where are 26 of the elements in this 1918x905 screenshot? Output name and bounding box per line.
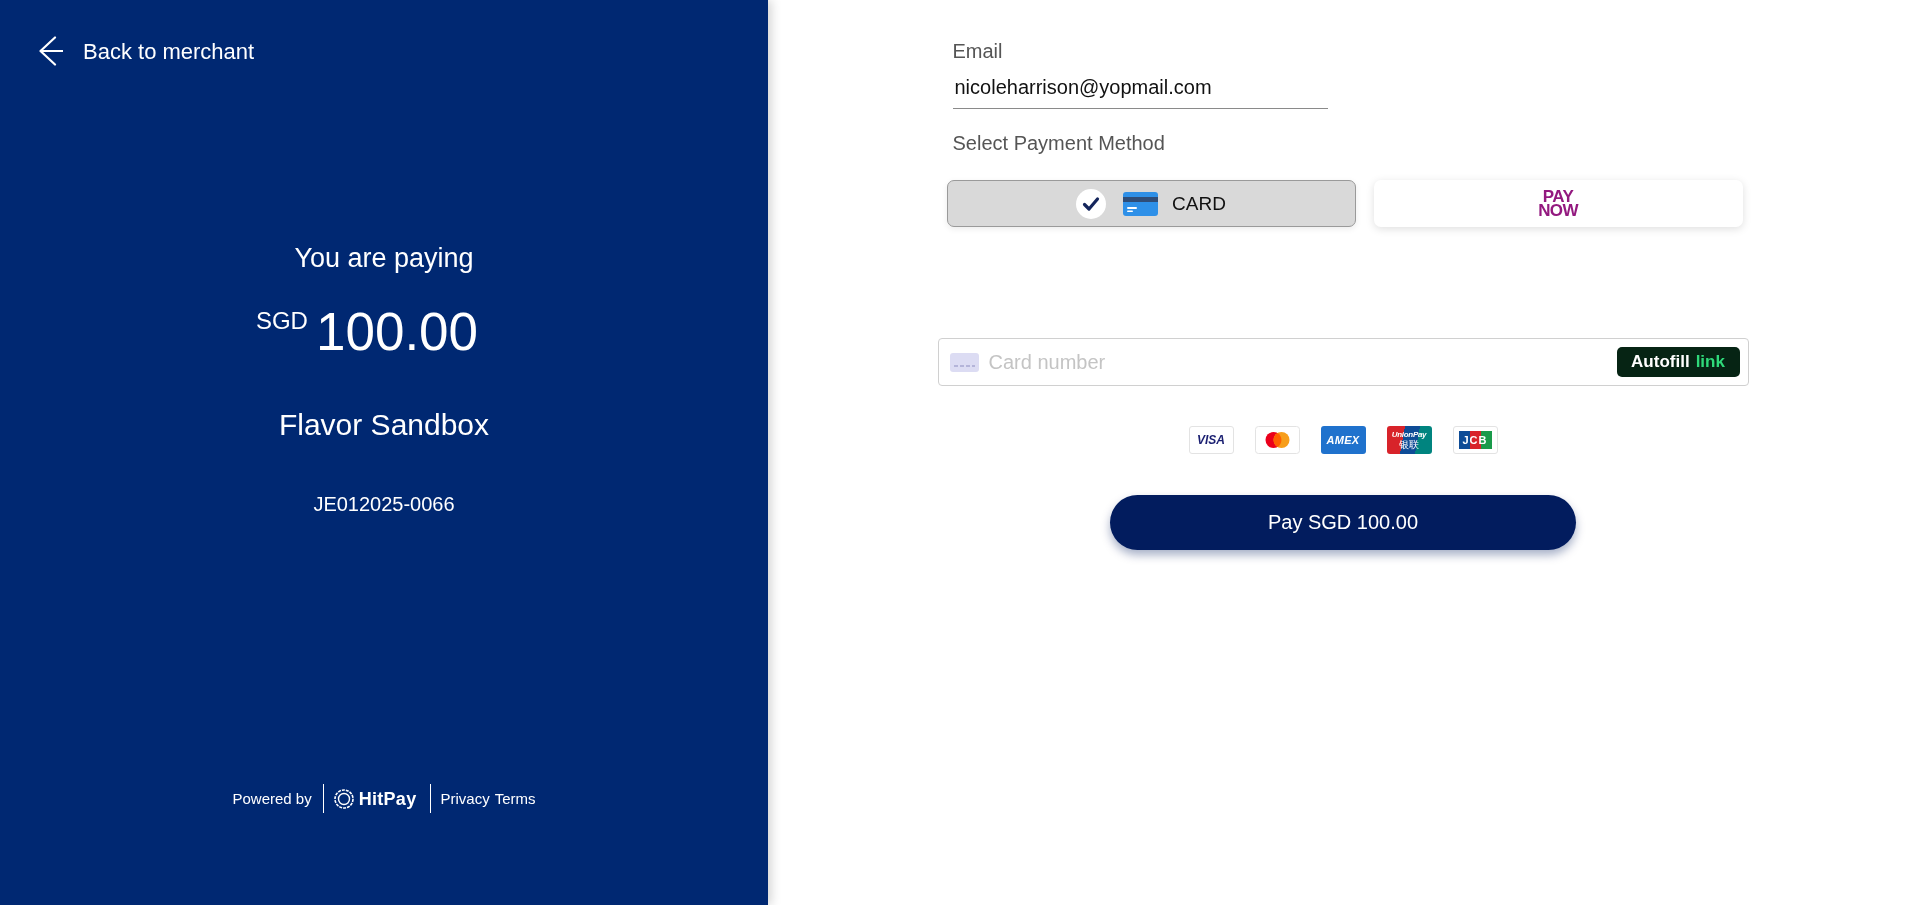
card-icon [949, 352, 979, 372]
currency-code: SGD [255, 309, 308, 333]
credit-card-icon [1123, 191, 1159, 216]
pay-button[interactable]: Pay SGD 100.00 [1110, 495, 1576, 550]
visa-logo: VISA [1188, 426, 1234, 454]
autofill-button[interactable]: Autofill link [1616, 347, 1740, 377]
card-option[interactable]: CARD [946, 180, 1356, 227]
mastercard-icon [1254, 426, 1300, 454]
paying-heading: You are paying [294, 243, 474, 274]
footer-link[interactable]: Terms [494, 790, 536, 807]
merchant-name: Flavor Sandbox [278, 408, 490, 442]
footer-link[interactable]: Privacy [440, 790, 490, 807]
amount-text: 100.00 [315, 305, 479, 358]
logo-icon [333, 788, 354, 809]
email-label: Email [952, 40, 1003, 63]
email-field[interactable]: nicoleharrison@yopmail.com [952, 76, 1328, 109]
amex-logo: AMEX [1320, 426, 1366, 454]
back-link[interactable]: Back to merchant [39, 36, 255, 66]
powered-by-text: Powered by [232, 790, 312, 807]
paynow-option[interactable]: PAY NOW [1373, 180, 1743, 227]
card-number-field[interactable]: Card number Autofill link [937, 338, 1749, 386]
arrow-left-icon [39, 36, 63, 66]
check-icon [1076, 188, 1107, 219]
reference-number: JE012025-0066 [313, 493, 455, 516]
payment-method-label: Select Payment Method [952, 132, 1165, 155]
brand-name: HitPay [358, 788, 417, 809]
